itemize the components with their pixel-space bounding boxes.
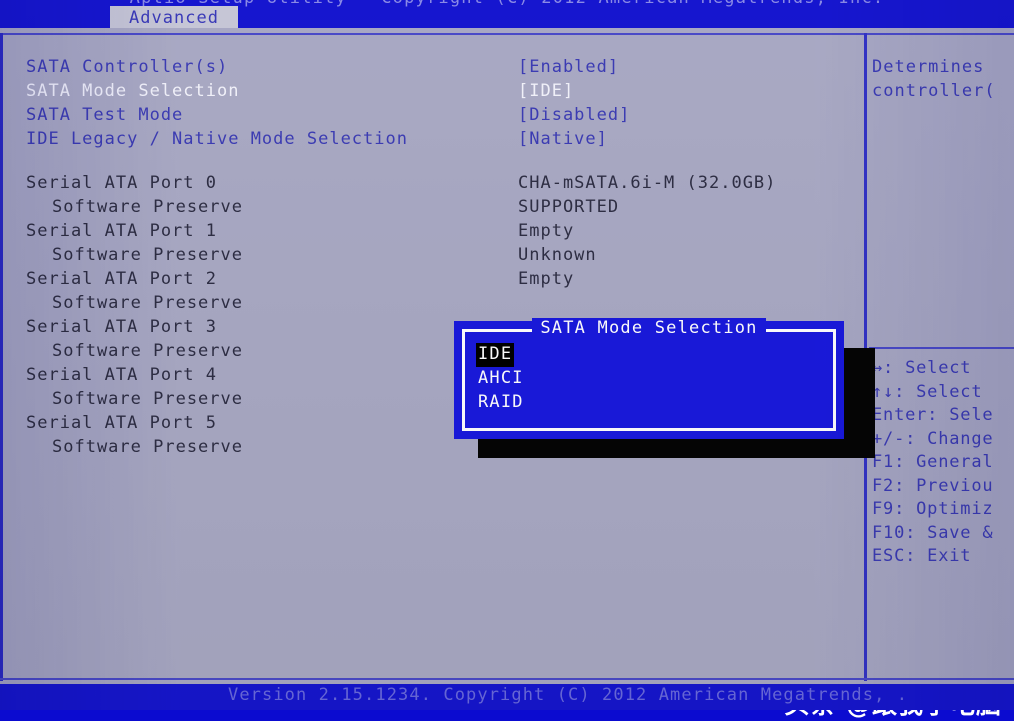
setting-label: IDE Legacy / Native Mode Selection [26, 129, 408, 149]
port-label: Software Preserve [52, 341, 243, 361]
help-pane: Determines controller( [872, 55, 1014, 103]
key-legend-item-f2: F2: Previou [872, 475, 994, 496]
port-value: Empty [518, 269, 575, 289]
dialog-option-row[interactable]: IDE [476, 343, 526, 367]
key-legend-item-left-right: ↔: Select [872, 358, 972, 378]
dialog-option-row[interactable]: AHCI [476, 367, 526, 391]
version-bar: Version 2.15.1234. Copyright (C) 2012 Am… [0, 684, 1014, 710]
dialog-option-raid[interactable]: RAID [476, 391, 526, 415]
setting-row-sata-mode-selection[interactable]: SATA Mode Selection [IDE] [26, 79, 846, 103]
port-label: Serial ATA Port 4 [26, 365, 217, 385]
title-bar: Aptio Setup Utility - Copyright (C) 2012… [0, 0, 1014, 28]
setting-row[interactable]: SATA Test Mode [Disabled] [26, 103, 846, 127]
setting-label: SATA Controller(s) [26, 57, 229, 77]
port-label: Serial ATA Port 2 [26, 269, 217, 289]
port-label: Serial ATA Port 0 [26, 173, 217, 193]
port-label: Software Preserve [52, 437, 243, 457]
help-separator [869, 347, 1014, 349]
port-row: Software Preserve SUPPORTED [26, 195, 846, 219]
dialog-option-ahci[interactable]: AHCI [476, 367, 526, 391]
key-legend-item-plus-minus: +/-: Change [872, 428, 994, 449]
bios-screen: Aptio Setup Utility - Copyright (C) 2012… [0, 0, 1014, 719]
setting-label: SATA Mode Selection [26, 81, 240, 101]
sata-mode-selection-dialog[interactable]: SATA Mode Selection IDE AHCI RAID [454, 318, 844, 439]
port-value: CHA-mSATA.6i-M (32.0GB) [518, 173, 777, 193]
port-value: SUPPORTED [518, 197, 620, 217]
port-label: Serial ATA Port 3 [26, 317, 217, 337]
port-label: Software Preserve [52, 197, 243, 217]
port-value: Empty [518, 221, 575, 241]
dialog-title: SATA Mode Selection [454, 318, 844, 338]
key-legend-item-up-down: ↑↓: Select [872, 381, 983, 402]
key-legend-item-f1: F1: General [872, 452, 994, 472]
port-label: Serial ATA Port 1 [26, 221, 217, 241]
port-row: Serial ATA Port 1 Empty [26, 219, 846, 243]
key-legend: ↔: Select ↑↓: Select Enter: Sele +/-: Ch… [872, 357, 1014, 569]
setting-row[interactable]: IDE Legacy / Native Mode Selection [Nati… [26, 127, 846, 151]
port-row: Serial ATA Port 0 CHA-mSATA.6i-M (32.0GB… [26, 171, 846, 195]
port-label: Software Preserve [52, 245, 243, 265]
left-border [0, 33, 3, 681]
setting-value: [IDE] [518, 81, 575, 101]
help-line: controller( [872, 81, 996, 101]
setting-label: SATA Test Mode [26, 105, 184, 125]
setting-row[interactable]: SATA Controller(s) [Enabled] [26, 55, 846, 79]
bottom-divider [0, 678, 1014, 680]
setting-value: [Enabled] [518, 57, 620, 77]
port-row: Software Preserve [26, 291, 846, 315]
key-legend-item-enter: Enter: Sele [872, 405, 994, 425]
setting-value: [Native] [518, 129, 608, 149]
help-line: Determines [872, 57, 985, 77]
main-panel: SATA Controller(s) [Enabled] SATA Mode S… [0, 33, 1014, 719]
version-text: Version 2.15.1234. Copyright (C) 2012 Am… [228, 685, 909, 705]
dialog-option-list: IDE AHCI RAID [476, 343, 526, 415]
dialog-option-row[interactable]: RAID [476, 391, 526, 415]
key-legend-item-f10: F10: Save & [872, 522, 994, 543]
port-row: Software Preserve Unknown [26, 243, 846, 267]
key-legend-item-esc: ESC: Exit [872, 546, 972, 566]
dialog-option-ide[interactable]: IDE [476, 343, 515, 367]
port-value: Unknown [518, 245, 597, 265]
key-legend-item-f9: F9: Optimiz [872, 499, 994, 519]
port-label: Software Preserve [52, 293, 243, 313]
port-label: Software Preserve [52, 389, 243, 409]
port-label: Serial ATA Port 5 [26, 413, 217, 433]
setting-value: [Disabled] [518, 105, 631, 125]
port-row: Serial ATA Port 2 Empty [26, 267, 846, 291]
top-divider [0, 33, 1014, 35]
tab-advanced[interactable]: Advanced [110, 6, 238, 28]
dialog-title-text: SATA Mode Selection [532, 318, 766, 338]
